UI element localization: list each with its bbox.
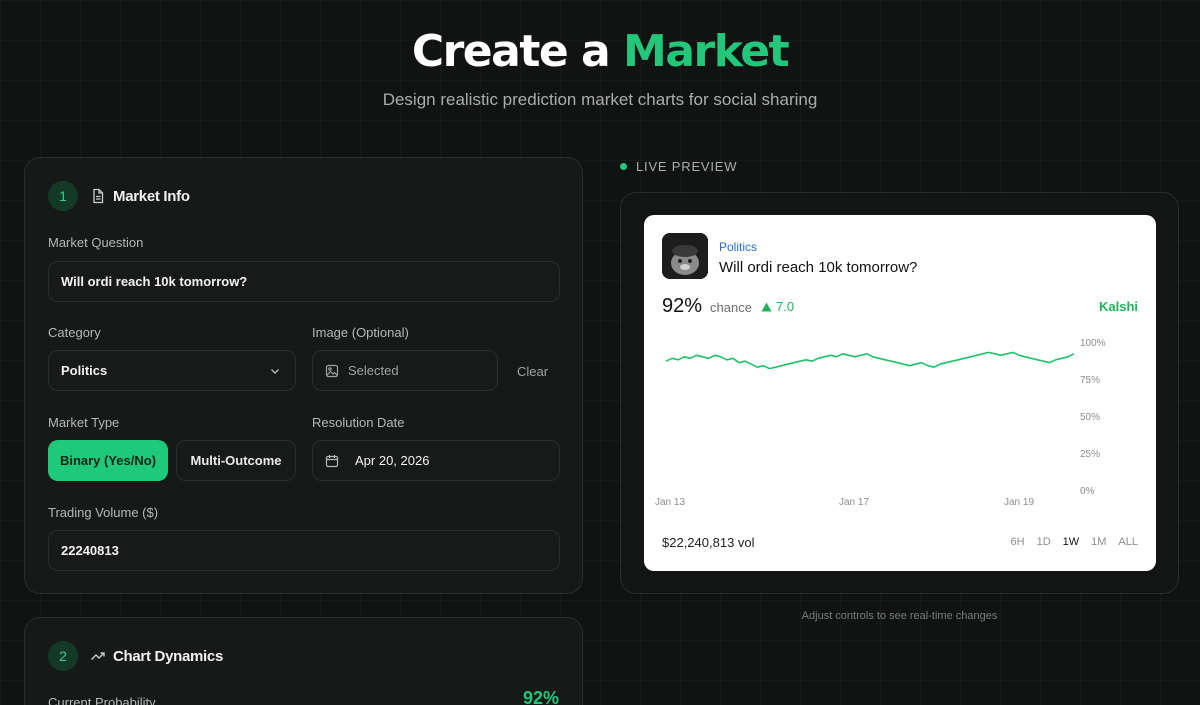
market-type-label: Market Type bbox=[48, 415, 120, 430]
trending-up-icon bbox=[91, 652, 105, 660]
card-volume: $22,240,813 vol bbox=[662, 535, 755, 550]
card-change: 7.0 bbox=[761, 299, 794, 314]
range-tab-1d[interactable]: 1D bbox=[1037, 536, 1051, 548]
range-tab-all[interactable]: ALL bbox=[1118, 536, 1138, 548]
question-label: Market Question bbox=[48, 235, 144, 250]
market-info-panel: 1 Market Info Market Question Will ordi … bbox=[24, 157, 583, 594]
calendar-icon bbox=[325, 454, 339, 467]
multi-outcome-option-button[interactable]: Multi-Outcome bbox=[176, 440, 296, 481]
card-question: Will ordi reach 10k tomorrow? bbox=[719, 259, 918, 276]
range-tab-6h[interactable]: 6H bbox=[1011, 536, 1025, 548]
probability-chart: 100% 75% 50% 25% 0% Jan 13 Jan 17 Jan 19 bbox=[655, 338, 1106, 508]
hero-title: Create a Market bbox=[0, 26, 1200, 77]
market-avatar-icon bbox=[662, 233, 708, 279]
card-chance-label: chance bbox=[710, 300, 752, 315]
market-avatar-image bbox=[662, 233, 708, 279]
image-label: Image (Optional) bbox=[312, 325, 409, 340]
live-preview-label: LIVE PREVIEW bbox=[620, 159, 737, 174]
y-tick-label: 25% bbox=[1080, 449, 1100, 460]
preview-hint: Adjust controls to see real-time changes bbox=[801, 610, 998, 622]
volume-label: Trading Volume ($) bbox=[48, 505, 159, 520]
range-tab-1m[interactable]: 1M bbox=[1091, 536, 1106, 548]
category-select[interactable]: Politics bbox=[48, 350, 296, 391]
chevron-down-icon bbox=[271, 369, 279, 374]
image-icon bbox=[325, 364, 339, 377]
document-icon bbox=[93, 188, 104, 204]
hero-title-accent: Market bbox=[623, 26, 790, 77]
series-line bbox=[665, 351, 1075, 370]
section-title: Chart Dynamics bbox=[113, 647, 224, 665]
hero-subtitle: Design realistic prediction market chart… bbox=[382, 90, 818, 109]
image-value: Selected bbox=[348, 363, 399, 378]
resolution-value: Apr 20, 2026 bbox=[355, 453, 430, 468]
category-label: Category bbox=[48, 325, 101, 340]
y-tick-label: 75% bbox=[1080, 375, 1100, 386]
category-value: Politics bbox=[61, 363, 108, 378]
step-number: 1 bbox=[48, 181, 78, 211]
chart-dynamics-header: 2 Chart Dynamics bbox=[48, 641, 223, 671]
range-tabs: 6H 1D 1W 1M ALL bbox=[1011, 536, 1138, 548]
y-tick-label: 100% bbox=[1080, 338, 1106, 349]
market-info-header: 1 Market Info bbox=[48, 181, 190, 211]
y-tick-label: 0% bbox=[1080, 486, 1095, 497]
y-tick-label: 50% bbox=[1080, 412, 1100, 423]
clear-image-button[interactable]: Clear bbox=[517, 364, 548, 379]
section-title: Market Info bbox=[113, 187, 190, 205]
question-input[interactable]: Will ordi reach 10k tomorrow? bbox=[48, 261, 560, 302]
step-number: 2 bbox=[48, 641, 78, 671]
arrow-up-icon bbox=[761, 302, 772, 311]
volume-input[interactable]: 22240813 bbox=[48, 530, 560, 571]
range-tab-1w[interactable]: 1W bbox=[1063, 536, 1080, 548]
probability-label: Current Probability bbox=[48, 695, 156, 705]
x-tick-label: Jan 13 bbox=[655, 497, 685, 508]
card-change-value: 7.0 bbox=[776, 299, 795, 314]
market-card: Politics Will ordi reach 10k tomorrow? 9… bbox=[644, 215, 1156, 571]
chart-dynamics-panel: 2 Chart Dynamics Current Probability 92% bbox=[24, 617, 583, 705]
resolution-date-input[interactable]: Apr 20, 2026 bbox=[312, 440, 560, 481]
card-category: Politics bbox=[719, 240, 758, 254]
live-indicator-dot bbox=[620, 163, 627, 170]
probability-value: 92% bbox=[522, 688, 559, 705]
binary-option-button[interactable]: Binary (Yes/No) bbox=[48, 440, 168, 481]
x-tick-label: Jan 17 bbox=[839, 497, 869, 508]
card-percent: 92% bbox=[662, 295, 703, 317]
resolution-label: Resolution Date bbox=[312, 415, 405, 430]
live-preview-text: LIVE PREVIEW bbox=[636, 159, 738, 174]
card-brand: Kalshi bbox=[1098, 299, 1138, 314]
x-tick-label: Jan 19 bbox=[1004, 497, 1034, 508]
image-picker[interactable]: Selected bbox=[312, 350, 498, 391]
hero-title-main: Create a bbox=[411, 26, 624, 77]
